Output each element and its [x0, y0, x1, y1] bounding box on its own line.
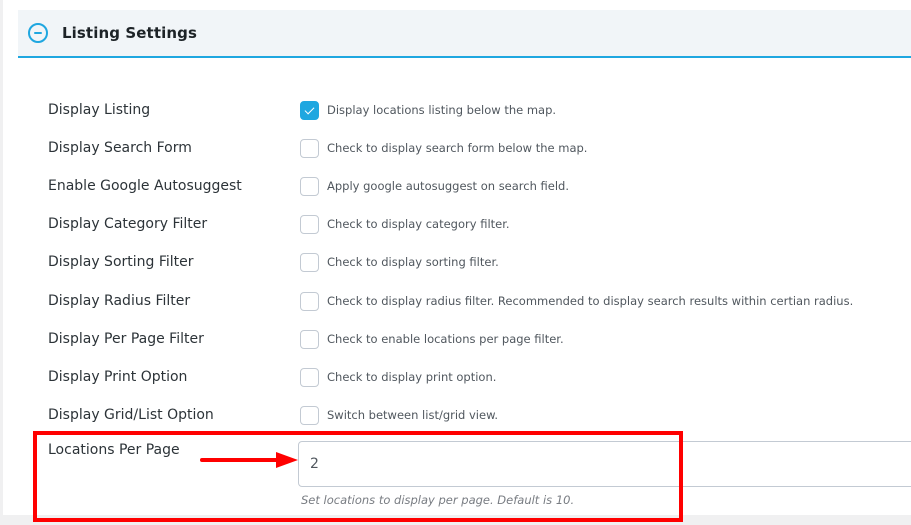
setting-description: Check to display print option.	[327, 370, 497, 384]
category-filter-checkbox[interactable]	[300, 214, 319, 234]
per-page-filter-checkbox[interactable]	[300, 329, 319, 349]
grid-list-option-checkbox[interactable]	[300, 405, 319, 425]
google-autosuggest-checkbox[interactable]	[300, 176, 319, 196]
setting-description: Switch between list/grid view.	[327, 408, 499, 422]
minus-circle-icon[interactable]	[28, 23, 48, 43]
locations-per-page-help: Set locations to display per page. Defau…	[301, 493, 575, 507]
setting-row-google-autosuggest: Enable Google Autosuggest Apply google a…	[48, 174, 908, 198]
setting-description: Check to display search form below the m…	[327, 141, 588, 155]
setting-label: Display Sorting Filter	[48, 254, 194, 270]
setting-label: Display Search Form	[48, 140, 192, 156]
sorting-filter-checkbox[interactable]	[300, 252, 319, 272]
setting-label: Display Print Option	[48, 369, 188, 385]
locations-per-page-input[interactable]	[298, 441, 911, 487]
setting-label: Display Per Page Filter	[48, 331, 204, 347]
setting-row-grid-list-option: Display Grid/List Option Switch between …	[48, 403, 908, 427]
radius-filter-checkbox[interactable]	[300, 291, 319, 311]
setting-row-sorting-filter: Display Sorting Filter Check to display …	[48, 250, 908, 274]
display-search-form-checkbox[interactable]	[300, 138, 319, 158]
section-header[interactable]: Listing Settings	[18, 10, 911, 58]
setting-description: Check to display sorting filter.	[327, 255, 499, 269]
setting-description: Check to enable locations per page filte…	[327, 332, 564, 346]
setting-label: Display Listing	[48, 102, 151, 118]
setting-row-print-option: Display Print Option Check to display pr…	[48, 365, 908, 389]
setting-description: Display locations listing below the map.	[327, 103, 557, 117]
setting-description: Check to display category filter.	[327, 217, 510, 231]
setting-label: Display Grid/List Option	[48, 407, 214, 423]
section-title: Listing Settings	[62, 24, 197, 42]
setting-row-per-page-filter: Display Per Page Filter Check to enable …	[48, 327, 908, 351]
setting-label: Display Category Filter	[48, 216, 208, 232]
setting-row-display-listing: Display Listing Display locations listin…	[48, 98, 908, 122]
setting-label: Display Radius Filter	[48, 293, 191, 309]
setting-description: Check to display radius filter. Recommen…	[327, 294, 854, 308]
setting-row-radius-filter: Display Radius Filter Check to display r…	[48, 289, 908, 313]
display-listing-checkbox[interactable]	[300, 100, 319, 120]
locations-per-page-label: Locations Per Page	[48, 442, 180, 458]
setting-row-category-filter: Display Category Filter Check to display…	[48, 212, 908, 236]
print-option-checkbox[interactable]	[300, 367, 319, 387]
setting-row-display-search-form: Display Search Form Check to display sea…	[48, 136, 908, 160]
setting-description: Apply google autosuggest on search field…	[327, 179, 570, 193]
setting-label: Enable Google Autosuggest	[48, 178, 242, 194]
